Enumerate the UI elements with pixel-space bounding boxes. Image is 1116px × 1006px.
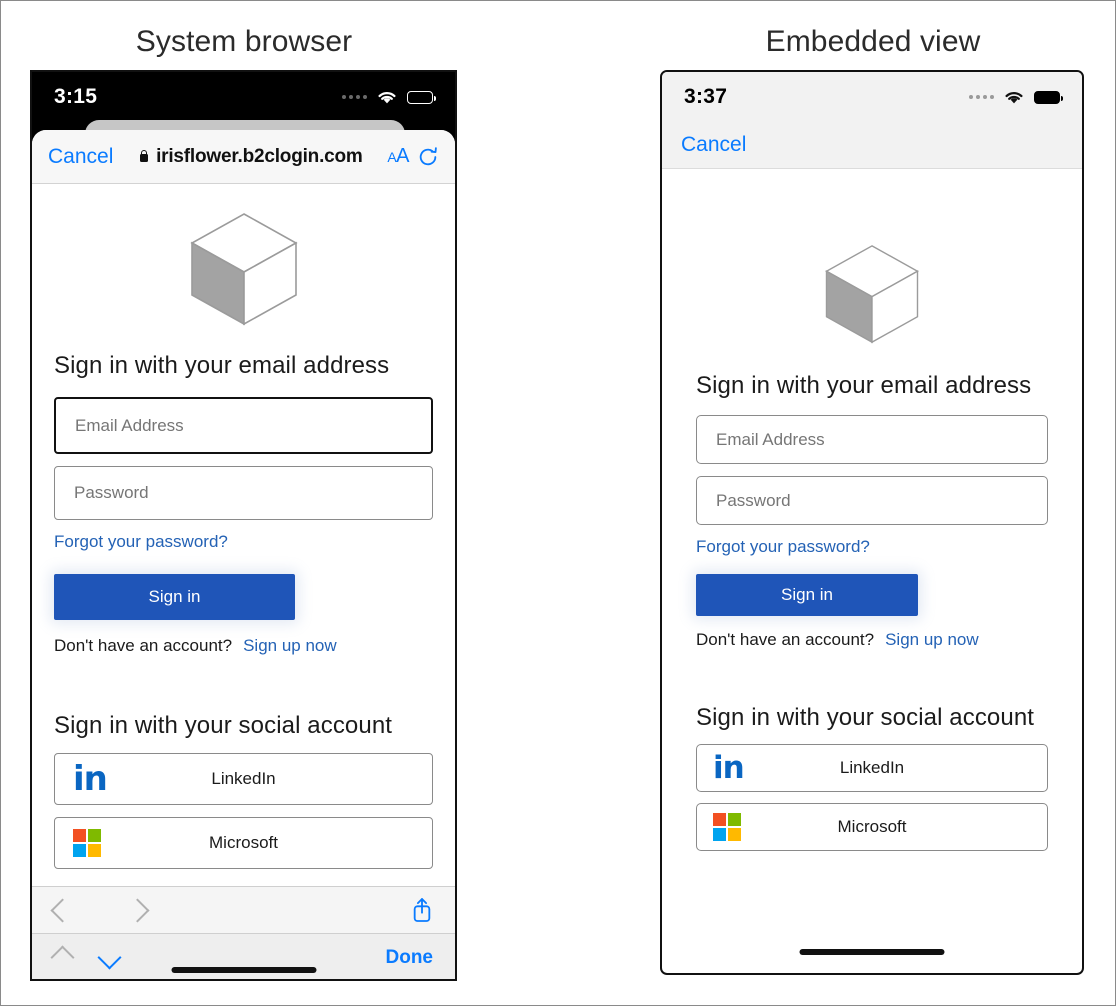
linkedin-button-label: LinkedIn xyxy=(211,769,276,788)
b2c-signin-page-right: Sign in with your email address Email Ad… xyxy=(662,242,1082,851)
comparison-figure: System browser Embedded view 3:15 Cancel… xyxy=(1,1,1115,1005)
safari-navigation-toolbar xyxy=(32,886,455,933)
forgot-password-link[interactable]: Forgot your password? xyxy=(54,532,228,551)
status-bar-time: 3:15 xyxy=(54,85,98,108)
text-size-button[interactable]: AA xyxy=(387,145,409,168)
battery-icon xyxy=(1034,90,1063,104)
forgot-password-link[interactable]: Forgot your password? xyxy=(696,537,870,556)
safari-toolbar: Cancel irisflower.b2clogin.com AA xyxy=(32,130,455,184)
chevron-right-icon[interactable] xyxy=(125,897,150,923)
lock-icon xyxy=(138,149,149,164)
cube-logo-icon xyxy=(189,213,298,326)
signal-dots-icon xyxy=(342,95,367,99)
password-placeholder: Password xyxy=(74,483,149,502)
password-input[interactable]: Password xyxy=(696,476,1048,525)
microsoft-button-label: Microsoft xyxy=(209,833,278,852)
email-section-heading: Sign in with your email address xyxy=(696,372,1032,399)
sign-in-button[interactable]: Sign in xyxy=(54,574,295,620)
microsoft-button-label: Microsoft xyxy=(837,817,907,836)
sign-in-button-label: Sign in xyxy=(781,585,833,604)
battery-icon xyxy=(407,90,436,104)
chevron-left-icon[interactable] xyxy=(50,897,75,923)
social-section-heading: Sign in with your social account xyxy=(696,704,1035,731)
chevron-down-icon[interactable] xyxy=(97,945,122,970)
signup-row: Don't have an account? Sign up now xyxy=(54,636,433,656)
wifi-icon xyxy=(1005,92,1023,104)
linkedin-signin-button[interactable]: in LinkedIn xyxy=(696,744,1048,792)
password-input[interactable]: Password xyxy=(54,466,433,520)
signal-dots-icon xyxy=(969,95,994,99)
no-account-text: Don't have an account? xyxy=(696,630,875,649)
url-text: irisflower.b2clogin.com xyxy=(156,145,363,167)
social-section-heading: Sign in with your social account xyxy=(54,712,393,739)
safari-sheet: Cancel irisflower.b2clogin.com AA Sign i… xyxy=(32,130,455,979)
chevron-up-icon[interactable] xyxy=(50,945,75,970)
signup-row: Don't have an account? Sign up now xyxy=(696,630,1048,650)
safari-bottom-bars: Done xyxy=(32,886,455,979)
cube-logo-icon xyxy=(825,245,919,344)
status-bar-right: 3:37 xyxy=(662,72,1082,122)
sign-in-button-label: Sign in xyxy=(148,587,201,606)
b2c-signin-page-left: Sign in with your email address Email Ad… xyxy=(32,210,455,869)
email-placeholder: Email Address xyxy=(716,429,825,449)
embedded-nav-bar: Cancel xyxy=(662,122,1082,169)
microsoft-signin-button[interactable]: Microsoft xyxy=(696,803,1048,851)
email-input[interactable]: Email Address xyxy=(696,415,1048,464)
email-placeholder: Email Address xyxy=(75,415,184,435)
embedded-view-phone: 3:37 Cancel Sign in with your email addr… xyxy=(660,70,1084,975)
system-browser-phone: 3:15 Cancel irisflower.b2clogin.com AA S… xyxy=(30,70,457,981)
panel-title-system-browser: System browser xyxy=(135,25,353,58)
no-account-text: Don't have an account? xyxy=(54,636,233,655)
reload-icon[interactable] xyxy=(417,146,439,168)
linkedin-signin-button[interactable]: in LinkedIn xyxy=(54,753,433,805)
email-section-heading: Sign in with your email address xyxy=(54,352,390,379)
status-bar-left: 3:15 xyxy=(32,72,455,122)
microsoft-signin-button[interactable]: Microsoft xyxy=(54,817,433,869)
email-input[interactable]: Email Address xyxy=(54,397,433,454)
share-icon[interactable] xyxy=(411,897,433,923)
sign-up-now-link[interactable]: Sign up now xyxy=(243,636,337,656)
keyboard-accessory-bar: Done xyxy=(32,933,455,979)
sign-in-button[interactable]: Sign in xyxy=(696,574,918,616)
cancel-button[interactable]: Cancel xyxy=(48,145,113,169)
done-button[interactable]: Done xyxy=(386,947,434,969)
panel-title-embedded-view: Embedded view xyxy=(765,25,981,58)
password-placeholder: Password xyxy=(716,490,791,510)
cancel-button[interactable]: Cancel xyxy=(681,133,746,157)
sign-up-now-link[interactable]: Sign up now xyxy=(885,630,979,650)
linkedin-button-label: LinkedIn xyxy=(839,758,905,777)
wifi-icon xyxy=(378,92,396,104)
address-bar[interactable]: irisflower.b2clogin.com xyxy=(121,146,379,168)
home-indicator xyxy=(171,967,316,973)
status-bar-time: 3:37 xyxy=(684,85,728,108)
home-indicator xyxy=(799,949,945,955)
